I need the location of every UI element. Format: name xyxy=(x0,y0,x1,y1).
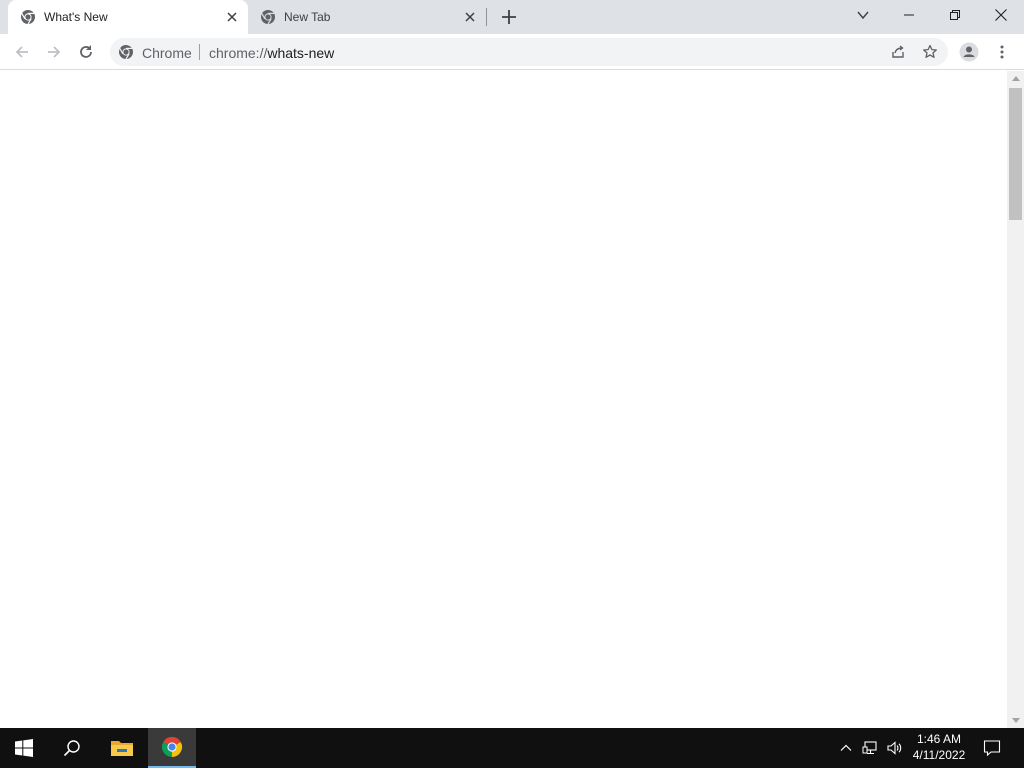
notification-icon xyxy=(983,740,1001,757)
tab-strip: What's New New Tab xyxy=(0,0,1024,34)
tab-title: What's New xyxy=(44,10,108,24)
profile-button[interactable] xyxy=(955,38,983,66)
network-button[interactable] xyxy=(862,740,878,756)
address-bar[interactable]: Chrome chrome://whats-new xyxy=(110,38,948,66)
start-button[interactable] xyxy=(0,728,48,768)
close-icon[interactable] xyxy=(462,9,478,25)
tab-title: New Tab xyxy=(284,10,331,24)
close-icon xyxy=(995,9,1007,21)
page-content xyxy=(0,71,1024,728)
restore-button[interactable] xyxy=(932,0,978,30)
menu-button[interactable] xyxy=(988,38,1016,66)
scroll-thumb[interactable] xyxy=(1009,88,1022,220)
url-path: whats-new xyxy=(267,45,335,61)
tab-new-tab[interactable]: New Tab xyxy=(248,0,486,34)
new-tab-button[interactable] xyxy=(497,5,521,29)
volume-icon xyxy=(887,741,902,755)
network-icon xyxy=(862,741,877,755)
file-explorer-icon xyxy=(111,741,133,756)
chrome-icon xyxy=(261,10,275,25)
close-icon[interactable] xyxy=(224,9,240,25)
tab-whats-new[interactable]: What's New xyxy=(8,0,248,34)
reload-icon xyxy=(80,45,92,58)
share-button[interactable] xyxy=(888,42,908,62)
share-icon xyxy=(892,45,904,58)
action-center-button[interactable] xyxy=(983,739,1001,757)
scroll-up-arrow[interactable] xyxy=(1012,76,1020,81)
restore-icon xyxy=(950,10,960,20)
taskbar-clock[interactable]: 1:46 AM 4/11/2022 xyxy=(906,731,972,765)
chrome-icon xyxy=(161,736,183,758)
vertical-scrollbar[interactable] xyxy=(1007,71,1024,728)
back-button[interactable] xyxy=(8,38,36,66)
arrow-right-icon xyxy=(48,46,61,58)
show-hidden-icons-button[interactable] xyxy=(838,740,854,756)
minimize-button[interactable] xyxy=(886,0,932,30)
chrome-icon xyxy=(119,45,133,60)
taskbar: 1:46 AM 4/11/2022 xyxy=(0,728,1024,768)
chevron-up-icon xyxy=(840,744,852,751)
file-explorer-button[interactable] xyxy=(98,728,146,768)
omnibox-divider xyxy=(199,44,200,60)
forward-button[interactable] xyxy=(40,38,68,66)
chrome-icon xyxy=(21,10,35,25)
clock-time: 1:46 AM xyxy=(916,732,962,746)
tab-search-button[interactable] xyxy=(840,0,886,30)
search-icon xyxy=(63,740,80,757)
clock-date: 4/11/2022 xyxy=(912,748,966,762)
tab-separator xyxy=(486,8,487,26)
reload-button[interactable] xyxy=(72,38,100,66)
search-button[interactable] xyxy=(48,728,96,768)
scroll-down-arrow[interactable] xyxy=(1012,718,1020,723)
bookmark-button[interactable] xyxy=(920,42,940,62)
url-scheme: chrome:// xyxy=(209,45,268,61)
star-icon xyxy=(923,44,937,58)
minimize-icon xyxy=(904,14,914,16)
start-icon xyxy=(15,739,33,757)
chrome-taskbar-button[interactable] xyxy=(148,728,196,768)
more-vert-icon xyxy=(1000,45,1004,59)
volume-button[interactable] xyxy=(886,740,902,756)
url-text: chrome://whats-new xyxy=(209,45,334,61)
browser-toolbar: Chrome chrome://whats-new xyxy=(0,34,1024,70)
avatar-icon xyxy=(959,42,979,62)
close-window-button[interactable] xyxy=(978,0,1024,30)
chevron-down-icon xyxy=(857,11,869,20)
arrow-left-icon xyxy=(15,46,28,58)
site-label: Chrome xyxy=(142,45,192,61)
